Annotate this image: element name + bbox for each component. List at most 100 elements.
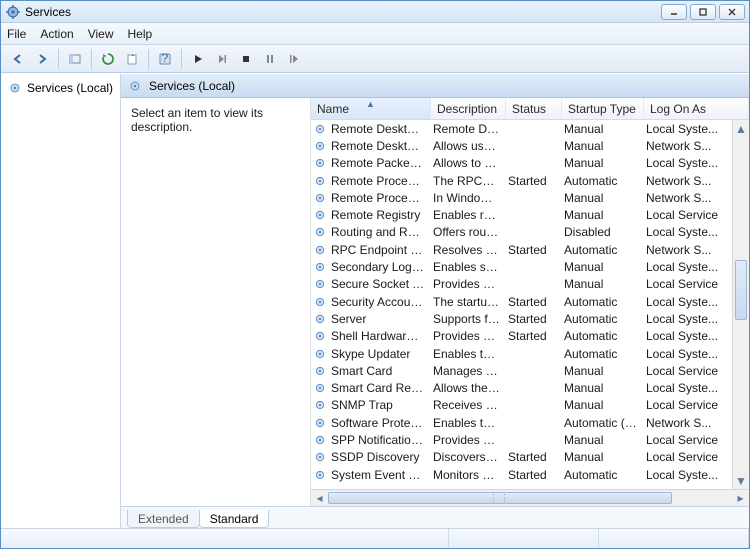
cell-startup: Automatic bbox=[562, 174, 644, 188]
horizontal-scrollbar[interactable]: ◂ ⋮⋮ ▸ bbox=[311, 489, 749, 506]
cell-startup: Manual bbox=[562, 156, 644, 170]
cell-startup: Automatic bbox=[562, 312, 644, 326]
gear-icon bbox=[127, 78, 143, 94]
help-button[interactable]: ? bbox=[154, 48, 176, 70]
scroll-down-arrow[interactable]: ▼ bbox=[733, 472, 749, 489]
service-row[interactable]: ServerSupports fil...StartedAutomaticLoc… bbox=[311, 310, 749, 327]
service-row[interactable]: Remote Procedur...The RPCSS ...StartedAu… bbox=[311, 172, 749, 189]
tab-extended[interactable]: Extended bbox=[127, 510, 200, 528]
service-row[interactable]: Skype UpdaterEnables the ...AutomaticLoc… bbox=[311, 345, 749, 362]
service-icon bbox=[311, 329, 329, 343]
description-hint: Select an item to view its description. bbox=[131, 106, 263, 134]
cell-startup: Manual bbox=[562, 398, 644, 412]
close-button[interactable] bbox=[719, 4, 745, 20]
menu-help[interactable]: Help bbox=[128, 27, 153, 41]
cell-startup: Manual bbox=[562, 450, 644, 464]
cell-startup: Manual bbox=[562, 139, 644, 153]
hscroll-track[interactable]: ⋮⋮ bbox=[328, 490, 732, 506]
service-row[interactable]: Software ProtectionEnables the ...Automa… bbox=[311, 414, 749, 431]
column-description[interactable]: Description bbox=[431, 98, 506, 119]
scroll-up-arrow[interactable]: ▲ bbox=[733, 120, 749, 137]
service-row[interactable]: Remote Packet Ca...Allows to ca... Manual… bbox=[311, 155, 749, 172]
service-row[interactable]: Routing and Rem...Offers routi...Disable… bbox=[311, 224, 749, 241]
service-icon bbox=[311, 312, 329, 326]
service-row[interactable]: SPP Notification S...Provides So...Manua… bbox=[311, 431, 749, 448]
cell-name: Remote Registry bbox=[329, 208, 431, 222]
tab-standard[interactable]: Standard bbox=[199, 510, 270, 528]
cell-name: Software Protection bbox=[329, 416, 431, 430]
tree-item-services-local[interactable]: Services (Local) bbox=[3, 78, 118, 98]
column-name[interactable]: ▲ Name bbox=[311, 98, 431, 119]
menu-action[interactable]: Action bbox=[40, 27, 73, 41]
service-row[interactable]: Smart Card Remo...Allows the s...ManualL… bbox=[311, 379, 749, 396]
cell-description: Remote Des... bbox=[431, 122, 506, 136]
stop-service-button[interactable] bbox=[235, 48, 257, 70]
svg-text:?: ? bbox=[162, 52, 169, 65]
toolbar-separator bbox=[91, 49, 92, 69]
service-row[interactable]: System Event Noti...Monitors sy...Starte… bbox=[311, 466, 749, 483]
cell-startup: Manual bbox=[562, 260, 644, 274]
service-row[interactable]: Remote RegistryEnables rem...ManualLocal… bbox=[311, 206, 749, 223]
service-row[interactable]: Remote Procedur...In Windows...ManualNet… bbox=[311, 189, 749, 206]
rows-container[interactable]: Remote Desktop ...Remote Des...ManualLoc… bbox=[311, 120, 749, 489]
service-row[interactable]: Shell Hardware De...Provides no...Starte… bbox=[311, 328, 749, 345]
content-header: Services (Local) bbox=[121, 74, 749, 98]
column-logon-as[interactable]: Log On As bbox=[644, 98, 749, 119]
cell-name: Remote Desktop ... bbox=[329, 122, 431, 136]
cell-startup: Automatic bbox=[562, 468, 644, 482]
cell-name: Server bbox=[329, 312, 431, 326]
service-icon bbox=[311, 381, 329, 395]
menu-view[interactable]: View bbox=[88, 27, 114, 41]
service-row[interactable]: Remote Desktop ...Remote Des...ManualLoc… bbox=[311, 120, 749, 137]
cell-startup: Disabled bbox=[562, 225, 644, 239]
status-cell bbox=[449, 529, 599, 548]
cell-startup: Manual bbox=[562, 381, 644, 395]
service-icon bbox=[311, 450, 329, 464]
service-icon bbox=[311, 277, 329, 291]
statusbar bbox=[1, 528, 749, 548]
show-hide-tree-button[interactable] bbox=[64, 48, 86, 70]
maximize-button[interactable] bbox=[690, 4, 716, 20]
start-service-button[interactable] bbox=[187, 48, 209, 70]
scroll-thumb[interactable] bbox=[735, 260, 747, 320]
scroll-right-arrow[interactable]: ▸ bbox=[732, 491, 749, 505]
cell-name: Remote Packet Ca... bbox=[329, 156, 431, 170]
service-row[interactable]: SNMP TrapReceives tra...ManualLocal Serv… bbox=[311, 397, 749, 414]
service-row[interactable]: SSDP DiscoveryDiscovers n...StartedManua… bbox=[311, 449, 749, 466]
service-row[interactable]: Smart CardManages ac...ManualLocal Servi… bbox=[311, 362, 749, 379]
tab-label: Extended bbox=[138, 512, 189, 526]
cell-description: Manages ac... bbox=[431, 364, 506, 378]
service-row[interactable]: Security Accounts...The startup ...Start… bbox=[311, 293, 749, 310]
cell-startup: Automatic (D... bbox=[562, 416, 644, 430]
cell-name: Skype Updater bbox=[329, 347, 431, 361]
pause-service-button[interactable] bbox=[259, 48, 281, 70]
tab-label: Standard bbox=[210, 512, 259, 526]
status-cell bbox=[599, 529, 749, 548]
export-list-button[interactable] bbox=[121, 48, 143, 70]
step-button[interactable] bbox=[211, 48, 233, 70]
tree-pane[interactable]: Services (Local) bbox=[1, 74, 121, 528]
toolbar-separator bbox=[181, 49, 182, 69]
back-button[interactable] bbox=[7, 48, 29, 70]
cell-description: Allows to ca... bbox=[431, 156, 506, 170]
column-label: Description bbox=[437, 102, 497, 116]
restart-service-button[interactable] bbox=[283, 48, 305, 70]
cell-name: Security Accounts... bbox=[329, 295, 431, 309]
service-row[interactable]: Secondary LogonEnables star...ManualLoca… bbox=[311, 258, 749, 275]
scroll-left-arrow[interactable]: ◂ bbox=[311, 491, 328, 505]
vertical-scrollbar[interactable]: ▲ ▼ bbox=[732, 120, 749, 489]
column-status[interactable]: Status bbox=[506, 98, 562, 119]
grip-icon: ⋮⋮ bbox=[489, 493, 511, 504]
service-row[interactable]: Remote Desktop S...Allows user...ManualN… bbox=[311, 137, 749, 154]
cell-status: Started bbox=[506, 329, 562, 343]
cell-description: Enables rem... bbox=[431, 208, 506, 222]
column-startup-type[interactable]: Startup Type bbox=[562, 98, 644, 119]
forward-button[interactable] bbox=[31, 48, 53, 70]
titlebar[interactable]: Services bbox=[1, 1, 749, 23]
refresh-button[interactable] bbox=[97, 48, 119, 70]
menu-file[interactable]: File bbox=[7, 27, 26, 41]
hscroll-thumb[interactable]: ⋮⋮ bbox=[328, 492, 672, 504]
service-row[interactable]: Secure Socket Tun...Provides su...Manual… bbox=[311, 276, 749, 293]
service-row[interactable]: RPC Endpoint Ma...Resolves RP...StartedA… bbox=[311, 241, 749, 258]
minimize-button[interactable] bbox=[661, 4, 687, 20]
